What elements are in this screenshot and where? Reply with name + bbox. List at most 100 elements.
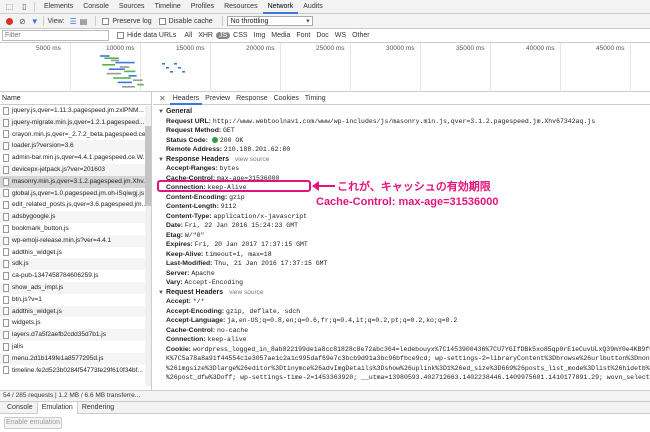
filter-type-ws[interactable]: WS bbox=[332, 32, 349, 39]
disable-cache-checkbox[interactable] bbox=[158, 17, 166, 25]
header-value: 210.188.201.62:80 bbox=[223, 146, 291, 153]
clear-icon[interactable]: ⊘ bbox=[19, 17, 26, 26]
scrollbar-thumb[interactable] bbox=[145, 126, 151, 206]
request-rows-headers: Accept: */* Accept-Encoding: gzip, deflat… bbox=[153, 297, 650, 383]
list-item[interactable]: jquery.js,qver=1.11.3.pagespeed.jm.zxlPN… bbox=[0, 105, 151, 117]
tab-elements[interactable]: Elements bbox=[39, 0, 78, 14]
disable-cache-label: Disable cache bbox=[168, 17, 213, 25]
divider bbox=[42, 16, 44, 26]
filter-icon[interactable]: ▼ bbox=[31, 17, 39, 26]
enable-emulation-button[interactable]: Enable emulation bbox=[4, 417, 62, 429]
view-source-link[interactable]: view source bbox=[235, 156, 269, 163]
record-icon[interactable] bbox=[4, 16, 15, 27]
tab-sources[interactable]: Sources bbox=[114, 0, 150, 14]
drawer-tab-emulation[interactable]: Emulation bbox=[36, 401, 78, 414]
filter-type-js[interactable]: JS bbox=[215, 32, 231, 39]
view-source-link-request[interactable]: view source bbox=[229, 289, 263, 296]
list-item-name: jquery.js,qver=1.11.3.pagespeed.jm.zxlPN… bbox=[12, 107, 144, 114]
status-summary: 54 / 285 requests | 1.2 MB / 6.6 MB tran… bbox=[0, 390, 650, 401]
filter-type-other[interactable]: Other bbox=[349, 32, 373, 39]
hide-data-urls-checkbox[interactable] bbox=[117, 32, 124, 39]
tab-audits[interactable]: Audits bbox=[298, 0, 327, 14]
header-row: %26imgsize%3Dlarge%26editor%3Dtinymce%26… bbox=[153, 364, 650, 374]
hide-data-urls-label: Hide data URLs bbox=[127, 32, 177, 39]
list-item-name: addthis_widget.js bbox=[12, 248, 62, 256]
detail-tab-timing[interactable]: Timing bbox=[302, 92, 329, 105]
request-headers-title[interactable]: ▼ Request Headers view source bbox=[153, 288, 650, 298]
detail-tab-headers[interactable]: Headers bbox=[169, 92, 203, 105]
view-label: View: bbox=[47, 17, 65, 25]
list-item[interactable]: jquery-migrate.min.js,qver=1.2.1.pagespe… bbox=[0, 116, 151, 129]
tab-resources[interactable]: Resources bbox=[219, 0, 262, 14]
file-icon bbox=[3, 189, 9, 198]
header-key: Expires: bbox=[166, 241, 193, 248]
timeline-overview[interactable]: 5000 ms 10000 ms 15000 ms 20000 ms 25000 ms 3… bbox=[0, 43, 650, 92]
filter-type-img[interactable]: Img bbox=[251, 32, 269, 39]
list-item[interactable]: edit_related_posts.js,qver=3.6.pagespeed… bbox=[0, 199, 151, 211]
preserve-log-checkbox[interactable] bbox=[102, 17, 110, 25]
file-icon bbox=[3, 354, 9, 363]
response-headers-title[interactable]: ▼ Response Headers view source bbox=[153, 155, 650, 165]
inspect-element-icon[interactable]: ⬚ bbox=[4, 1, 15, 12]
list-item[interactable]: addthis_widget.js bbox=[0, 305, 151, 318]
list-item[interactable]: masonry.min.js,qver=3.1.2.pagespeed.jm.X… bbox=[0, 175, 151, 188]
list-item[interactable]: jalis bbox=[0, 341, 151, 353]
list-item[interactable]: wp-emoji-release.min.js?ver=4.4.1 bbox=[0, 234, 151, 247]
header-row: Request URL: http://www.webtoolnavi.com/… bbox=[153, 117, 650, 127]
list-item[interactable]: loader.js?version=3.6 bbox=[0, 140, 151, 153]
header-row: Expires: Fri, 20 Jan 2017 17:37:15 GMT bbox=[153, 240, 650, 250]
tab-network[interactable]: Network bbox=[262, 0, 299, 14]
filter-type-css[interactable]: CSS bbox=[230, 32, 250, 39]
filter-type-font[interactable]: Font bbox=[293, 32, 313, 39]
detail-tab-response[interactable]: Response bbox=[233, 92, 271, 105]
throttling-select[interactable]: No throttling bbox=[226, 16, 313, 26]
file-icon bbox=[3, 295, 9, 304]
timeline-bars bbox=[100, 55, 185, 88]
list-item[interactable]: addthis_widget.js bbox=[0, 247, 151, 259]
filter-type-xhr[interactable]: XHR bbox=[195, 32, 216, 39]
request-list-scrollbar[interactable] bbox=[145, 106, 151, 386]
list-item[interactable]: global.js,qver=1.0.pagespeed.jm.oh-iSqiw… bbox=[0, 187, 151, 200]
header-row: Connection: keep-alive bbox=[153, 335, 650, 345]
filter-input[interactable] bbox=[2, 30, 109, 41]
device-mode-icon[interactable]: ▯ bbox=[19, 1, 30, 12]
list-item[interactable]: bookmark_button.js bbox=[0, 223, 151, 235]
overview-icon[interactable]: ▤ bbox=[80, 17, 88, 26]
tab-profiles[interactable]: Profiles bbox=[186, 0, 219, 14]
timeline-request-bar bbox=[102, 64, 115, 66]
drawer-tab-rendering[interactable]: Rendering bbox=[78, 402, 118, 414]
list-item[interactable]: ca-pub-1347458784606259.js bbox=[0, 270, 151, 282]
list-item[interactable]: admin-bar.min.js,qver=4.4.1.pagespeed.ce… bbox=[0, 152, 151, 164]
name-column-header[interactable]: Name bbox=[0, 92, 151, 105]
filter-type-all[interactable]: All bbox=[181, 32, 195, 39]
detail-tab-preview[interactable]: Preview bbox=[202, 92, 233, 105]
list-item-name: addthis_widget.js bbox=[12, 307, 62, 315]
list-item-name: masonry.min.js,qver=3.1.2.pagespeed.jm.X… bbox=[12, 177, 149, 185]
filter-type-doc[interactable]: Doc bbox=[313, 32, 331, 39]
request-detail-pane: ✕ Headers Preview Response Cookies Timing ▼ G… bbox=[153, 92, 650, 390]
list-item-name: menu.2d1b149fe1a8577295d.js bbox=[12, 354, 104, 362]
drawer-tab-console[interactable]: Console bbox=[3, 402, 37, 414]
list-item[interactable]: layers.d7a5f2aefb2cdd35d7b1.js bbox=[0, 329, 151, 341]
list-item[interactable]: menu.2d1b149fe1a8577295d.js bbox=[0, 352, 151, 365]
tab-timeline[interactable]: Timeline bbox=[150, 0, 186, 14]
general-section-title[interactable]: ▼ General bbox=[153, 107, 650, 117]
header-row: Remote Address: 210.188.201.62:80 bbox=[153, 145, 650, 155]
list-item[interactable]: show_ads_impl.js bbox=[0, 281, 151, 294]
tab-console[interactable]: Console bbox=[78, 0, 114, 14]
list-item[interactable]: devicepx-jetpack.js?ver=201603 bbox=[0, 163, 151, 176]
list-item[interactable]: sdk.js bbox=[0, 258, 151, 271]
header-row: Vary: Accept-Encoding bbox=[153, 278, 650, 288]
large-rows-icon[interactable]: ☰ bbox=[70, 17, 77, 26]
list-item[interactable]: btn.js?v=1 bbox=[0, 294, 151, 306]
timeline-request-bar bbox=[117, 81, 132, 84]
header-key: Server: bbox=[166, 269, 190, 277]
close-icon[interactable]: ✕ bbox=[159, 94, 166, 103]
list-item[interactable]: widgets.js bbox=[0, 317, 151, 329]
list-item[interactable]: timeline.fe2d523b0284f54773fe29f610f34bf… bbox=[0, 365, 151, 377]
list-item[interactable]: adsbygoogle.js bbox=[0, 211, 151, 223]
list-item[interactable]: crayon.min.js,qver=_2.7.2_beta.pagespeed… bbox=[0, 129, 151, 141]
list-item-name: ca-pub-1347458784606259.js bbox=[12, 272, 99, 280]
detail-tab-cookies[interactable]: Cookies bbox=[271, 92, 302, 105]
filter-type-media[interactable]: Media bbox=[268, 32, 293, 39]
